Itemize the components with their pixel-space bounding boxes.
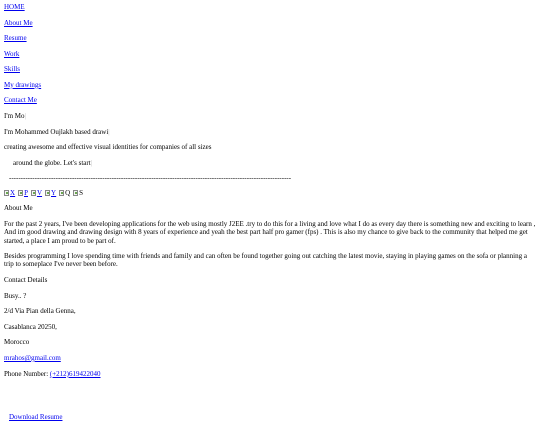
x-icon[interactable]: X [4,189,15,197]
download-resume-label: Download Resume [9,413,63,422]
intro-line-3: creating awesome and effective visual id… [4,143,212,152]
about-heading: About Me [4,204,33,213]
social-icons: X P V Y Q S [4,189,536,197]
phone-link[interactable]: (+212)619422040 [50,370,101,378]
broken-image-icon [30,189,36,196]
intro-line-2: I'm Mohammed Oujlakh based drawi| [4,128,536,136]
s-icon[interactable]: S [73,189,83,197]
nav-contact-link[interactable]: Contact Me [4,96,536,104]
contact-address-2: Casablanca 20250, [4,322,57,331]
typing-cursor: | [90,158,93,167]
phone-label: Phone Number: [4,369,50,378]
intro-line-2-text: I'm Mohammed Oujlakh based drawi [4,127,109,136]
contact-status: Busy.. ? [4,291,27,300]
nav-work-link[interactable]: Work [4,50,536,58]
broken-image-icon [4,189,9,196]
nav-drawings-link[interactable]: My drawings [4,81,536,89]
contact-address-1: 2/d Via Pian della Genna, [4,307,76,316]
y-icon[interactable]: Y [45,189,56,197]
contact-email-row: mrahos@gmail.com [4,354,536,362]
nav-about-link[interactable]: About Me [4,19,536,27]
contact-phone-row: Phone Number: (+212)619422040 [4,370,536,378]
about-paragraph-1: For the past 2 years, I've been developi… [4,219,536,245]
broken-image-icon [18,189,24,196]
about-paragraph-2: Besides programming I love spending time… [4,252,527,269]
broken-image-icon [45,189,51,196]
contact-country: Morocco [4,338,30,347]
broken-image-icon [73,189,79,196]
intro-line-1: I'm Mo| [4,112,536,120]
v-icon[interactable]: V [30,189,42,197]
download-resume-link[interactable]: Download Resume [4,413,62,421]
typing-cursor: | [108,127,110,136]
main-nav: HOME About Me Resume Work Skills My draw… [4,3,536,105]
q-icon[interactable]: Q [59,189,70,197]
download-icon [4,414,7,420]
nav-skills-link[interactable]: Skills [4,65,536,73]
typing-cursor: | [24,112,26,121]
intro-line-4: around the globe. Let's start| [4,159,536,167]
contact-heading: Contact Details [4,276,48,285]
divider-line: ----------------------------------------… [9,174,292,183]
broken-image-icon [59,189,65,196]
p-icon[interactable]: P [18,189,28,197]
intro-line-4-text: around the globe. Let's start [13,158,91,167]
nav-home-link[interactable]: HOME [4,3,536,11]
nav-resume-link[interactable]: Resume [4,34,536,42]
email-link[interactable]: mrahos@gmail.com [4,354,61,362]
download-row: Download Resume [4,413,536,423]
intro-line-1-text: I'm Mo [4,112,25,121]
